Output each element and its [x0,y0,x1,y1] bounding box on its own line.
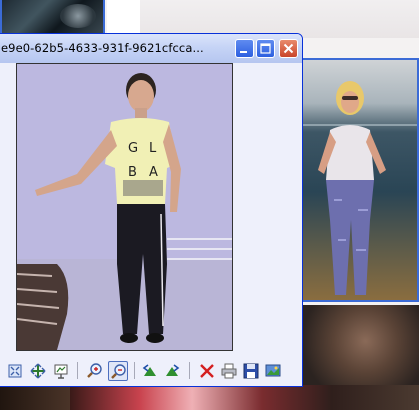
zoom-in-icon [87,363,102,378]
rotate-right-button[interactable] [163,361,183,381]
background-photo-tile[interactable] [70,385,419,410]
slideshow-button[interactable] [51,361,71,381]
delete-button[interactable] [197,361,217,381]
viewer-toolbar [0,358,302,384]
printer-icon [221,363,237,379]
actual-size-button[interactable] [28,361,48,381]
minimize-button[interactable] [235,39,254,58]
image-viewer-window: e9e0-62b5-4633-931f-9621cfcca... G L B A [0,33,303,387]
svg-text:L: L [149,141,157,156]
print-button[interactable] [219,361,239,381]
rotate-left-icon [142,364,156,376]
desktop-background-icon [265,364,281,377]
toolbar-separator [134,362,135,379]
maximize-icon [260,43,271,54]
displayed-photo[interactable]: G L B A [16,63,233,351]
zoom-in-button[interactable] [85,361,105,381]
close-icon [283,43,294,54]
background-photo-tile-beach[interactable] [300,58,419,302]
rotate-right-icon [166,364,180,376]
slideshow-icon [54,364,68,379]
close-button[interactable] [279,39,298,58]
toolbar-separator [189,362,190,379]
title-bar[interactable]: e9e0-62b5-4633-931f-9621cfcca... [0,34,302,63]
maximize-button[interactable] [256,39,275,58]
zoom-out-button[interactable] [108,361,128,381]
rotate-left-button[interactable] [141,361,161,381]
delete-icon [200,364,214,378]
background-photo-tile[interactable] [300,305,419,385]
background-photo-tile[interactable] [0,385,70,410]
set-as-desktop-button[interactable] [263,361,283,381]
svg-text:A: A [149,165,158,180]
save-button[interactable] [241,361,261,381]
window-title: e9e0-62b5-4633-931f-9621cfcca... [1,41,204,55]
actual-size-icon [30,363,46,379]
toolbar-separator [77,362,78,379]
svg-text:G: G [128,141,138,156]
floppy-disk-icon [243,363,259,379]
minimize-icon [240,51,247,53]
fit-window-icon [8,364,22,378]
svg-text:B: B [128,165,137,180]
fit-to-window-button[interactable] [5,361,25,381]
woman-figure [318,81,386,295]
zoom-out-icon [111,364,126,379]
photo-content: G L B A [17,64,232,350]
